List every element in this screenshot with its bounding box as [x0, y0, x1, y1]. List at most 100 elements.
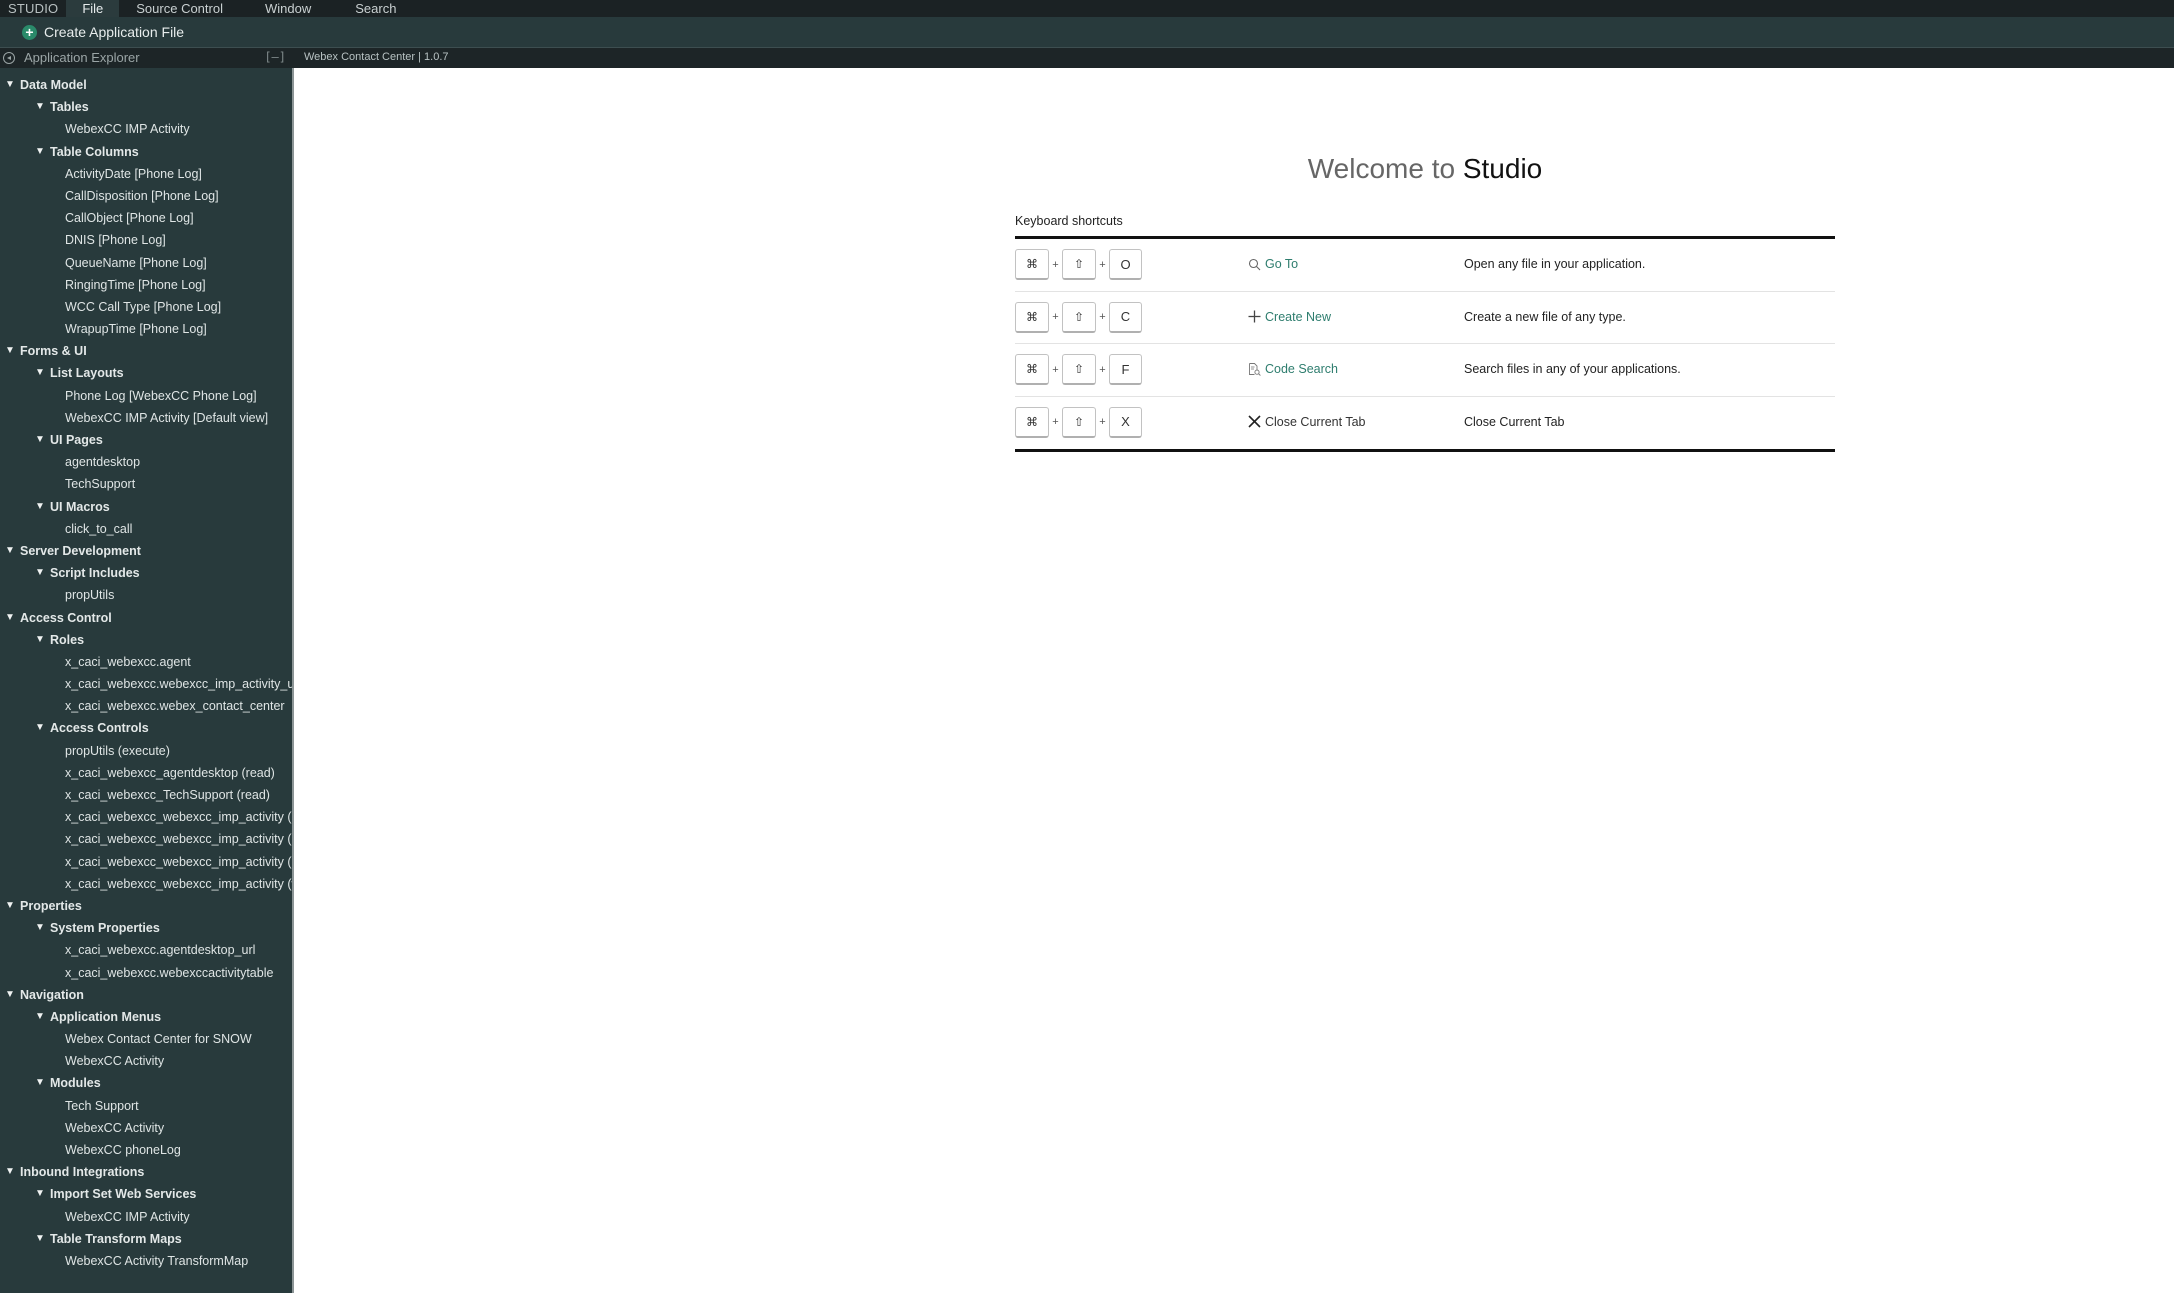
tree-node-label: Webex Contact Center for SNOW: [65, 1032, 252, 1047]
tree-item[interactable]: x_caci_webexcc_webexcc_imp_activity (re: [0, 806, 292, 828]
expand-arrow-icon[interactable]: ▼: [35, 1228, 45, 1250]
collapse-explorer-icon[interactable]: [3, 52, 15, 64]
tree-item[interactable]: Tech Support: [0, 1095, 292, 1117]
menu-source-control[interactable]: Source Control: [125, 0, 234, 17]
tree-item[interactable]: WebexCC Activity: [0, 1050, 292, 1072]
plus-separator: +: [1099, 258, 1106, 271]
tree-node-label: x_caci_webexcc.webexcc_imp_activity_us: [65, 677, 294, 692]
tree-item[interactable]: x_caci_webexcc.webexcc_imp_activity_us: [0, 673, 292, 695]
tree-item[interactable]: WebexCC IMP Activity [Default view]: [0, 407, 292, 429]
expand-arrow-icon[interactable]: ▼: [5, 74, 15, 96]
tree-item[interactable]: x_caci_webexcc.webex_contact_center: [0, 695, 292, 717]
search-icon: [1248, 258, 1263, 271]
go-to-link[interactable]: Go To: [1248, 257, 1298, 271]
tree-item[interactable]: QueueName [Phone Log]: [0, 252, 292, 274]
tree-section[interactable]: ▼ Server Development: [0, 540, 292, 562]
tree-section[interactable]: ▼ Navigation: [0, 984, 292, 1006]
menu-window[interactable]: Window: [254, 0, 322, 17]
code-search-link[interactable]: Code Search: [1248, 362, 1338, 376]
tree-item[interactable]: agentdesktop: [0, 451, 292, 473]
expand-arrow-icon[interactable]: ▼: [5, 1161, 15, 1183]
tree-section[interactable]: ▼ Properties: [0, 895, 292, 917]
tree-item[interactable]: x_caci_webexcc.agent: [0, 651, 292, 673]
tree-group[interactable]: ▼ Script Includes: [0, 562, 292, 584]
tree-group[interactable]: ▼ Access Controls: [0, 717, 292, 739]
tree-item[interactable]: ActivityDate [Phone Log]: [0, 163, 292, 185]
expand-arrow-icon[interactable]: ▼: [35, 1072, 45, 1094]
minimize-explorer-button[interactable]: [–]: [264, 50, 286, 64]
tree-node-label: CallObject [Phone Log]: [65, 211, 194, 226]
tree-item[interactable]: x_caci_webexcc_webexcc_imp_activity (cr: [0, 851, 292, 873]
tree-item[interactable]: propUtils (execute): [0, 740, 292, 762]
tree-section[interactable]: ▼ Forms & UI: [0, 340, 292, 362]
close-current-tab-link[interactable]: Close Current Tab: [1248, 415, 1366, 429]
shortcut-keys: ⌘ + ⇧ + O: [1015, 249, 1142, 280]
tree-section[interactable]: ▼ Access Control: [0, 607, 292, 629]
expand-arrow-icon[interactable]: ▼: [5, 340, 15, 362]
tree-item[interactable]: x_caci_webexcc_TechSupport (read): [0, 784, 292, 806]
expand-arrow-icon[interactable]: ▼: [35, 141, 45, 163]
tree-item[interactable]: WebexCC Activity TransformMap: [0, 1250, 292, 1272]
tree-item[interactable]: CallObject [Phone Log]: [0, 207, 292, 229]
tree-item[interactable]: RingingTime [Phone Log]: [0, 274, 292, 296]
tree-item[interactable]: Phone Log [WebexCC Phone Log]: [0, 385, 292, 407]
expand-arrow-icon[interactable]: ▼: [5, 607, 15, 629]
tree-group[interactable]: ▼ Table Columns: [0, 141, 292, 163]
tree-item[interactable]: x_caci_webexcc_agentdesktop (read): [0, 762, 292, 784]
menu-search[interactable]: Search: [344, 0, 407, 17]
expand-arrow-icon[interactable]: ▼: [35, 562, 45, 584]
tree-section[interactable]: ▼ Inbound Integrations: [0, 1161, 292, 1183]
expand-arrow-icon[interactable]: ▼: [35, 1006, 45, 1028]
expand-arrow-icon[interactable]: ▼: [35, 96, 45, 118]
tree-group[interactable]: ▼ Modules: [0, 1072, 292, 1094]
tree-group[interactable]: ▼ List Layouts: [0, 362, 292, 384]
expand-arrow-icon[interactable]: ▼: [35, 629, 45, 651]
tree-item[interactable]: WrapupTime [Phone Log]: [0, 318, 292, 340]
tree-node-label: WebexCC IMP Activity [Default view]: [65, 410, 269, 425]
expand-arrow-icon[interactable]: ▼: [35, 717, 45, 739]
close-icon: [1248, 415, 1263, 428]
tree-item[interactable]: propUtils: [0, 584, 292, 606]
tree-item[interactable]: WebexCC Activity: [0, 1117, 292, 1139]
tree-group[interactable]: ▼ Table Transform Maps: [0, 1228, 292, 1250]
tree-item[interactable]: x_caci_webexcc.webexccactivitytable: [0, 962, 292, 984]
tree-item[interactable]: WCC Call Type [Phone Log]: [0, 296, 292, 318]
tree-group[interactable]: ▼ Application Menus: [0, 1006, 292, 1028]
create-new-link[interactable]: Create New: [1248, 310, 1331, 324]
expand-arrow-icon[interactable]: ▼: [5, 984, 15, 1006]
create-application-file-button[interactable]: + Create Application File: [22, 24, 184, 40]
tree-group[interactable]: ▼ Tables: [0, 96, 292, 118]
tree-item[interactable]: x_caci_webexcc.agentdesktop_url: [0, 939, 292, 961]
tree-item[interactable]: WebexCC phoneLog: [0, 1139, 292, 1161]
tree-group[interactable]: ▼ UI Pages: [0, 429, 292, 451]
tree-node-label: Table Columns: [50, 144, 139, 159]
code-search-icon: [1248, 362, 1263, 376]
tree-group[interactable]: ▼ Import Set Web Services: [0, 1183, 292, 1205]
tree-item[interactable]: click_to_call: [0, 518, 292, 540]
tree-node-label: Script Includes: [50, 566, 140, 581]
tree-item[interactable]: Webex Contact Center for SNOW: [0, 1028, 292, 1050]
menu-file[interactable]: File: [66, 0, 120, 17]
expand-arrow-icon[interactable]: ▼: [35, 362, 45, 384]
expand-arrow-icon[interactable]: ▼: [35, 496, 45, 518]
tree-group[interactable]: ▼ System Properties: [0, 917, 292, 939]
tree-item[interactable]: WebexCC IMP Activity: [0, 1206, 292, 1228]
tree-group[interactable]: ▼ UI Macros: [0, 496, 292, 518]
tree-item[interactable]: x_caci_webexcc_webexcc_imp_activity (de: [0, 828, 292, 850]
tree-group[interactable]: ▼ Roles: [0, 629, 292, 651]
expand-arrow-icon[interactable]: ▼: [5, 540, 15, 562]
expand-arrow-icon[interactable]: ▼: [5, 895, 15, 917]
menu-studio-brand[interactable]: STUDIO: [0, 0, 66, 17]
tree-item[interactable]: TechSupport: [0, 473, 292, 495]
expand-arrow-icon[interactable]: ▼: [35, 917, 45, 939]
tree-item[interactable]: WebexCC IMP Activity: [0, 118, 292, 140]
tab-webex-contact-center[interactable]: Webex Contact Center | 1.0.7: [304, 51, 449, 63]
tree-item[interactable]: x_caci_webexcc_webexcc_imp_activity (w: [0, 873, 292, 895]
shortcut-keys: ⌘ + ⇧ + X: [1015, 406, 1142, 438]
expand-arrow-icon[interactable]: ▼: [35, 429, 45, 451]
tree-item[interactable]: CallDisposition [Phone Log]: [0, 185, 292, 207]
tree-item[interactable]: DNIS [Phone Log]: [0, 229, 292, 251]
expand-arrow-icon[interactable]: ▼: [35, 1183, 45, 1205]
welcome-prefix: Welcome to: [1307, 153, 1456, 184]
tree-section[interactable]: ▼ Data Model: [0, 74, 292, 96]
